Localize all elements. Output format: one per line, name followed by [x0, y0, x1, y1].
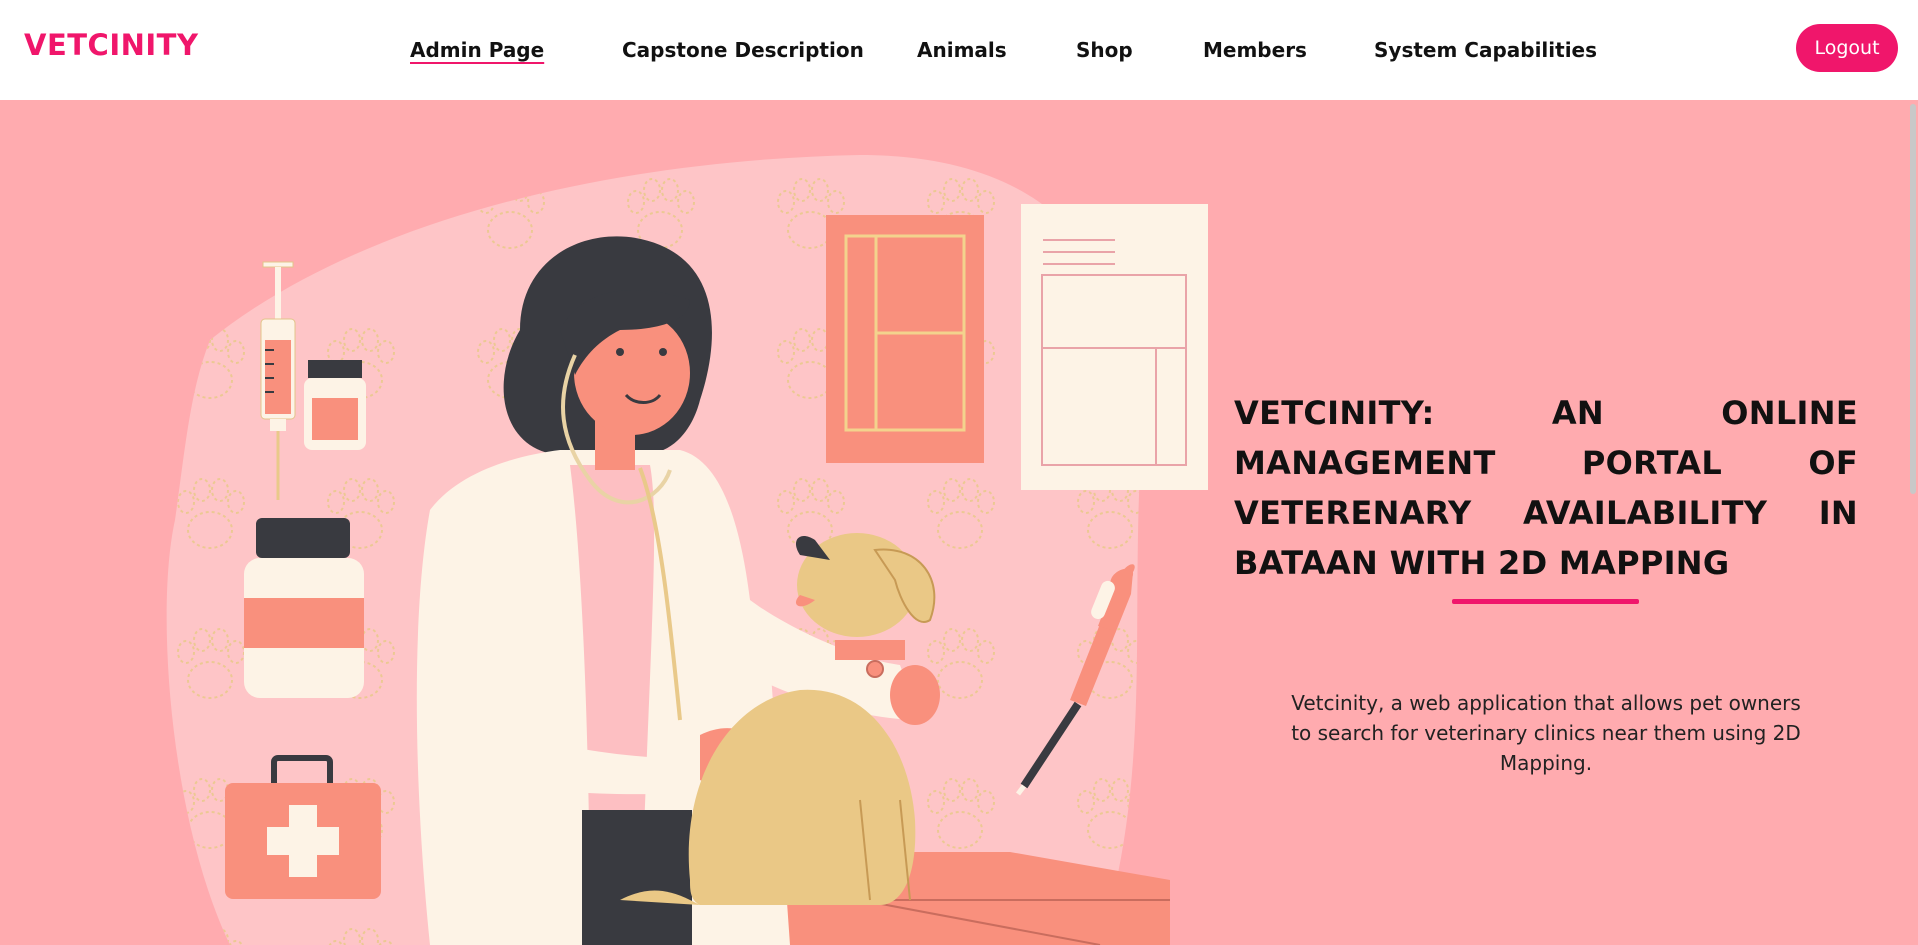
hero-illustration [166, 155, 1208, 945]
top-navbar: VETCINITY Admin Page Capstone Descriptio… [0, 0, 1918, 100]
medicine-bottle-icon [304, 360, 366, 450]
nav-members[interactable]: Members [1203, 38, 1307, 62]
window-frame [826, 215, 984, 463]
hero-description: Vetcinity, a web application that allows… [1291, 691, 1801, 775]
hero-text-block: VETCINITY: AN ONLINE MANAGEMENT PORTAL O… [1234, 388, 1858, 588]
hero-title-underline [1452, 599, 1639, 604]
nav-system-capabilities[interactable]: System Capabilities [1374, 38, 1597, 62]
medical-chart-poster [1021, 204, 1208, 490]
nav-animals[interactable]: Animals [917, 38, 1007, 62]
scrollbar-thumb[interactable] [1910, 104, 1916, 494]
hero-title: VETCINITY: AN ONLINE MANAGEMENT PORTAL O… [1234, 394, 1858, 582]
brand-logo[interactable]: VETCINITY [24, 28, 198, 62]
nav-capstone-description[interactable]: Capstone Description [622, 38, 864, 62]
nav-shop[interactable]: Shop [1076, 38, 1133, 62]
medicine-jar-icon [244, 518, 364, 698]
nav-admin-page[interactable]: Admin Page [410, 38, 544, 62]
logout-button[interactable]: Logout [1796, 24, 1898, 72]
